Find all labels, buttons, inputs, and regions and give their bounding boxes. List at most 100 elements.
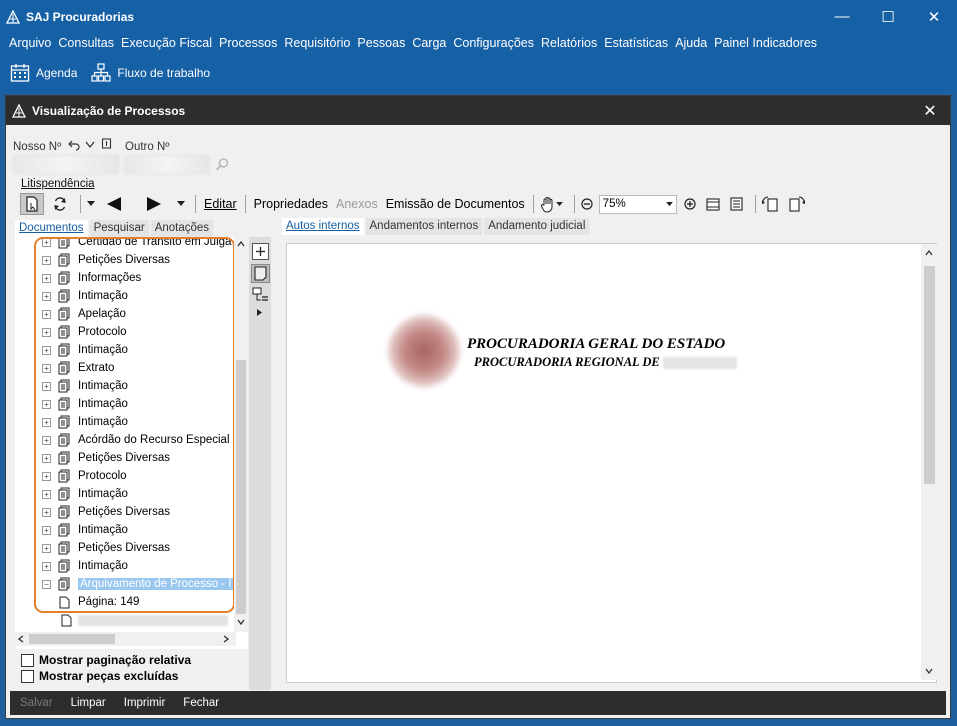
tree-item[interactable]: + Petições Diversas bbox=[15, 251, 170, 269]
zoom-select[interactable]: 75% bbox=[598, 194, 677, 214]
tab-documentos[interactable]: Documentos bbox=[15, 220, 88, 237]
viewer-scrollbar[interactable] bbox=[921, 244, 937, 680]
rotate-right-button[interactable] bbox=[786, 193, 808, 215]
rotate-left-button[interactable] bbox=[760, 193, 782, 215]
expand-icon[interactable]: + bbox=[42, 453, 51, 463]
emissao-documentos-button[interactable]: Emissão de Documentos bbox=[386, 197, 525, 211]
menu-requisitorio[interactable]: Requisitório bbox=[284, 36, 350, 50]
menu-estatisticas[interactable]: Estatísticas bbox=[604, 36, 668, 50]
nosso-numero-field[interactable] bbox=[13, 155, 119, 174]
tree-item[interactable]: + Acórdão do Recurso Especial bbox=[15, 431, 230, 449]
child-close-button[interactable]: ✕ bbox=[916, 100, 944, 122]
pan-tool-button[interactable] bbox=[538, 193, 566, 215]
add-annotation-button[interactable] bbox=[252, 243, 269, 260]
document-viewer[interactable] bbox=[286, 243, 937, 683]
note-button[interactable] bbox=[251, 264, 270, 283]
tree-item[interactable]: + Intimação bbox=[15, 287, 128, 305]
scroll-up-icon[interactable] bbox=[237, 241, 245, 247]
tree-item[interactable]: + Intimação bbox=[15, 413, 128, 431]
zoom-in-button[interactable] bbox=[681, 193, 699, 215]
workflow-button[interactable]: Fluxo de trabalho bbox=[91, 63, 210, 83]
select-doc-button[interactable] bbox=[20, 193, 44, 215]
collapse-icon[interactable]: − bbox=[42, 579, 51, 589]
litispendencia-link[interactable]: Litispendência bbox=[21, 178, 95, 190]
expand-icon[interactable]: + bbox=[42, 525, 51, 535]
tab-autos-internos[interactable]: Autos internos bbox=[282, 218, 364, 235]
tree-item[interactable]: + Protocolo bbox=[15, 467, 127, 485]
tree-item[interactable]: + Intimação bbox=[15, 521, 128, 539]
expand-icon[interactable]: + bbox=[42, 291, 51, 301]
next-button[interactable] bbox=[141, 193, 167, 215]
tree-item[interactable]: + Informações bbox=[15, 269, 141, 287]
tree-item[interactable]: + Intimação bbox=[15, 485, 128, 503]
close-button[interactable]: ✕ bbox=[911, 0, 957, 33]
tree-item[interactable]: + Apelação bbox=[15, 305, 126, 323]
menu-processos[interactable]: Processos bbox=[219, 36, 277, 50]
menu-relatorios[interactable]: Relatórios bbox=[541, 36, 597, 50]
outro-numero-field[interactable] bbox=[125, 155, 210, 174]
tree-item-redacted[interactable] bbox=[61, 611, 228, 629]
scroll-down-icon[interactable] bbox=[237, 619, 245, 625]
minimize-button[interactable]: — bbox=[819, 0, 865, 33]
tab-pesquisar[interactable]: Pesquisar bbox=[89, 220, 149, 237]
fit-width-button[interactable] bbox=[703, 193, 723, 215]
tree-item[interactable]: + Petições Diversas bbox=[15, 503, 170, 521]
tree-vertical-scrollbar[interactable] bbox=[234, 237, 248, 632]
tree-hscroll-thumb[interactable] bbox=[29, 634, 115, 644]
maximize-button[interactable]: ☐ bbox=[865, 0, 911, 33]
tree-item[interactable]: + Intimação bbox=[15, 557, 128, 575]
scroll-down-icon[interactable] bbox=[925, 668, 933, 674]
agenda-button[interactable]: Agenda bbox=[10, 63, 77, 83]
undo-icon[interactable] bbox=[68, 139, 80, 151]
menu-painel-indicadores[interactable]: Painel Indicadores bbox=[714, 36, 817, 50]
imprimir-button[interactable]: Imprimir bbox=[124, 697, 166, 709]
expand-icon[interactable]: + bbox=[42, 417, 51, 427]
menu-ajuda[interactable]: Ajuda bbox=[675, 36, 707, 50]
expand-icon[interactable]: + bbox=[42, 471, 51, 481]
expand-right-icon[interactable] bbox=[257, 309, 262, 316]
expand-icon[interactable]: + bbox=[42, 489, 51, 499]
expand-icon[interactable]: + bbox=[42, 309, 51, 319]
tab-anotacoes[interactable]: Anotações bbox=[150, 220, 214, 237]
fit-page-button[interactable] bbox=[727, 193, 747, 215]
bookmark-icon[interactable] bbox=[101, 138, 112, 150]
scroll-left-icon[interactable] bbox=[18, 635, 24, 643]
menu-arquivo[interactable]: Arquivo bbox=[9, 36, 51, 50]
anexos-button[interactable]: Anexos bbox=[336, 197, 378, 211]
expand-icon[interactable]: + bbox=[42, 327, 51, 337]
checkbox-box[interactable] bbox=[21, 669, 34, 683]
menu-consultas[interactable]: Consultas bbox=[58, 36, 114, 50]
editar-button[interactable]: Editar bbox=[204, 197, 237, 211]
expand-icon[interactable]: + bbox=[42, 255, 51, 265]
menu-pessoas[interactable]: Pessoas bbox=[357, 36, 405, 50]
expand-icon[interactable]: + bbox=[42, 345, 51, 355]
tree-item[interactable]: + Intimação bbox=[15, 377, 128, 395]
tree-item[interactable]: + Petições Diversas bbox=[15, 539, 170, 557]
salvar-button[interactable]: Salvar bbox=[20, 697, 53, 709]
menu-carga[interactable]: Carga bbox=[412, 36, 446, 50]
tree-scroll-thumb[interactable] bbox=[236, 360, 246, 614]
expand-icon[interactable]: + bbox=[42, 543, 51, 553]
tree-item[interactable]: + Protocolo bbox=[15, 323, 127, 341]
previous-button[interactable] bbox=[101, 193, 127, 215]
expand-icon[interactable]: + bbox=[42, 273, 51, 283]
pecas-excluidas-checkbox[interactable]: Mostrar peças excluídas bbox=[21, 669, 178, 683]
viewer-scroll-thumb[interactable] bbox=[924, 266, 935, 484]
scroll-up-icon[interactable] bbox=[925, 250, 933, 256]
tree-item[interactable]: + Intimação bbox=[15, 341, 128, 359]
limpar-button[interactable]: Limpar bbox=[71, 697, 106, 709]
tree-horizontal-scrollbar[interactable] bbox=[15, 632, 236, 646]
refresh-button[interactable] bbox=[48, 193, 72, 215]
tree-item[interactable]: + Certidão de Trânsito em Julga bbox=[15, 237, 231, 251]
tab-andamento-judicial[interactable]: Andamento judicial bbox=[484, 218, 590, 235]
tab-andamentos-internos[interactable]: Andamentos internos bbox=[365, 218, 483, 235]
expand-icon[interactable]: + bbox=[42, 507, 51, 517]
propriedades-button[interactable]: Propriedades bbox=[254, 197, 328, 211]
expand-icon[interactable]: + bbox=[42, 435, 51, 445]
expand-icon[interactable]: + bbox=[42, 381, 51, 391]
nav-dropdown-button[interactable] bbox=[85, 193, 97, 215]
tree-structure-icon[interactable] bbox=[252, 287, 269, 304]
tree-item[interactable]: + Petições Diversas bbox=[15, 449, 170, 467]
tree-item[interactable]: + Intimação bbox=[15, 395, 128, 413]
menu-configuracoes[interactable]: Configurações bbox=[453, 36, 534, 50]
